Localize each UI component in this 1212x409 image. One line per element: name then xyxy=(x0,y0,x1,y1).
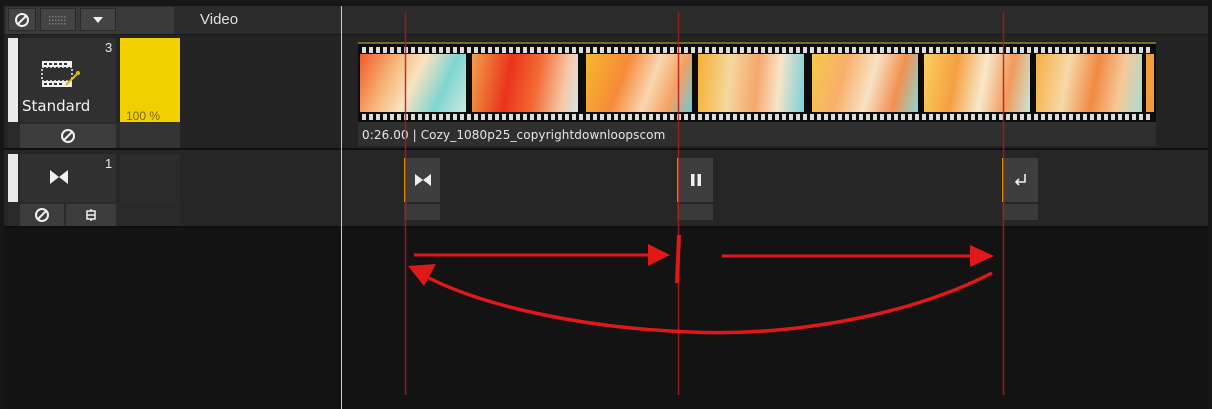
track-mute-button[interactable] xyxy=(20,204,64,226)
timeline-header xyxy=(4,6,1208,35)
return-icon xyxy=(1014,174,1026,186)
track-select-handle[interactable] xyxy=(8,38,18,122)
mute-icon xyxy=(61,129,75,143)
track-number: 1 xyxy=(105,156,113,171)
bowtie-icon xyxy=(50,170,68,184)
track-header-extension xyxy=(120,154,180,202)
clip-info-label: 0:26.00 | Cozy_1080p25_copyrightdownloop… xyxy=(362,128,666,142)
clip-thumbnail xyxy=(360,54,466,112)
film-perforation-top xyxy=(362,47,1152,53)
dropdown-button[interactable] xyxy=(80,8,116,31)
marker-footer xyxy=(1002,204,1038,220)
marker-footer xyxy=(677,204,713,220)
film-perforation-bottom xyxy=(362,114,1152,120)
clip-thumbnail xyxy=(472,54,578,112)
marker-footer xyxy=(404,204,440,220)
clip-thumbnail xyxy=(698,54,804,112)
trim-icon xyxy=(86,209,96,221)
mute-icon xyxy=(35,208,49,222)
track-blend-mode[interactable]: Standard xyxy=(22,97,90,115)
clip-thumbnail xyxy=(812,54,918,112)
marker-pause[interactable] xyxy=(677,158,713,202)
film-icon xyxy=(41,61,80,87)
track-number: 3 xyxy=(105,40,113,55)
grid-dots-button[interactable] xyxy=(40,8,76,31)
chevron-down-icon xyxy=(93,16,103,23)
track-group-label: Video xyxy=(200,11,239,28)
clip-thumbnail xyxy=(924,54,1030,112)
clip-thumbnail xyxy=(1036,54,1142,112)
clip-thumbnail xyxy=(586,54,692,112)
track-trim-button[interactable] xyxy=(66,204,116,226)
mute-icon xyxy=(15,12,29,27)
track-mute-button[interactable] xyxy=(20,124,116,148)
marker-return[interactable] xyxy=(1002,158,1038,202)
grid-dots-icon xyxy=(49,15,66,24)
start-icon xyxy=(415,174,431,186)
empty-timeline-area[interactable] xyxy=(4,228,1208,409)
track-opacity-value: 100 % xyxy=(126,109,161,123)
track-select-handle[interactable] xyxy=(8,154,18,202)
marker-start[interactable] xyxy=(404,158,440,202)
opacity-footer xyxy=(120,122,180,148)
clip-thumbnail xyxy=(1146,54,1154,112)
mute-all-button[interactable] xyxy=(8,8,36,31)
pause-icon xyxy=(691,174,701,186)
